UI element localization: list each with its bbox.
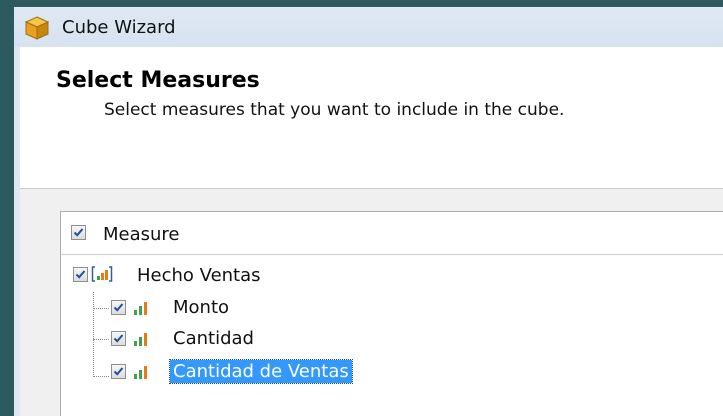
page-title: Select Measures bbox=[56, 68, 260, 93]
measure-label-selected[interactable]: Cantidad de Ventas bbox=[169, 359, 353, 384]
title-bar[interactable]: Cube Wizard bbox=[14, 7, 723, 47]
wizard-header: Select Measures Select measures that you… bbox=[20, 47, 723, 189]
tree-connector bbox=[93, 292, 94, 377]
wizard-content: Measure Hecho Ventas Monto Cantidad Cant… bbox=[20, 189, 723, 416]
measure-icon bbox=[134, 333, 147, 346]
measure-label[interactable]: Monto bbox=[173, 297, 229, 318]
tree-connector bbox=[93, 339, 109, 340]
measure-label[interactable]: Cantidad bbox=[173, 328, 254, 349]
tree-connector bbox=[93, 308, 109, 309]
measure-icon bbox=[134, 366, 147, 379]
column-header-label: Measure bbox=[103, 224, 180, 245]
cube-icon bbox=[24, 16, 50, 40]
window-title: Cube Wizard bbox=[62, 17, 176, 38]
measure-checkbox[interactable] bbox=[111, 331, 126, 346]
page-subtitle: Select measures that you want to include… bbox=[104, 100, 565, 120]
desktop-background bbox=[0, 0, 14, 416]
column-header-checkbox[interactable] bbox=[71, 225, 86, 240]
cube-wizard-window: Cube Wizard Select Measures Select measu… bbox=[14, 7, 723, 416]
checkbox-checked-icon bbox=[73, 228, 84, 237]
tree-connector bbox=[93, 376, 109, 377]
checkbox-checked-icon bbox=[113, 367, 124, 376]
group-label[interactable]: Hecho Ventas bbox=[137, 265, 261, 286]
checkbox-checked-icon bbox=[113, 334, 124, 343]
checkbox-checked-icon bbox=[113, 303, 124, 312]
measures-tree[interactable]: Measure Hecho Ventas Monto Cantidad Cant… bbox=[60, 211, 723, 416]
measure-checkbox[interactable] bbox=[111, 364, 126, 379]
wizard-body: Select Measures Select measures that you… bbox=[20, 47, 723, 416]
group-checkbox[interactable] bbox=[73, 267, 88, 282]
measure-group-icon bbox=[91, 266, 113, 282]
measure-column-header[interactable]: Measure bbox=[61, 212, 723, 255]
measure-checkbox[interactable] bbox=[111, 300, 126, 315]
checkbox-checked-icon bbox=[75, 270, 86, 279]
measure-icon bbox=[134, 302, 147, 315]
